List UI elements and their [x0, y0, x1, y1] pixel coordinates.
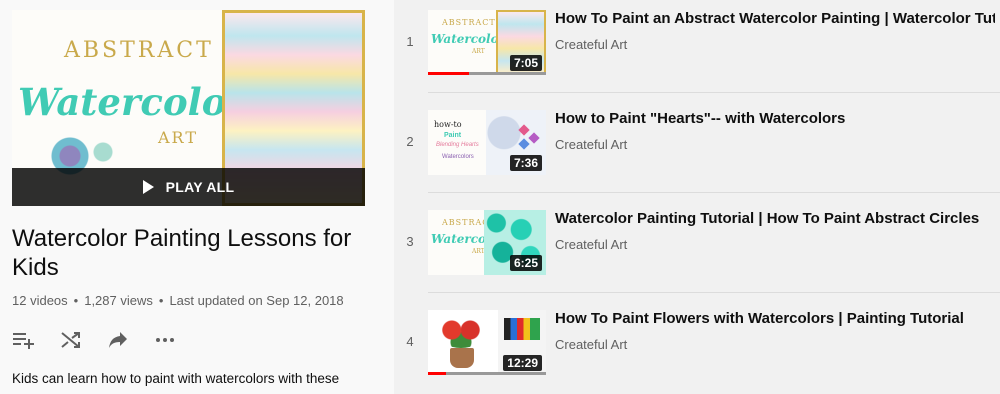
channel-name[interactable]: Createful Art [555, 237, 627, 252]
share-icon [109, 332, 127, 348]
separator-dot: • [158, 293, 164, 308]
video-title[interactable]: How To Paint Flowers with Watercolors | … [555, 310, 995, 328]
video-title[interactable]: Watercolor Painting Tutorial | How To Pa… [555, 210, 995, 228]
thumbnail-text-art: ART [472, 248, 485, 255]
video-index: 1 [406, 34, 414, 49]
list-item[interactable]: 1 ABSTRACT Watercolor ART 7:05 How To Pa… [400, 0, 1000, 100]
video-thumbnail[interactable]: ABSTRACT Watercolor ART 7:05 [428, 10, 546, 75]
thumbnail-text-watercolor: Watercolor [431, 32, 505, 46]
playlist-thumbnail[interactable]: ABSTRACT Watercolor ART PLAY ALL [12, 10, 365, 206]
thumbnail-text-abstract: ABSTRACT [64, 38, 214, 63]
view-count: 1,287 views [84, 293, 153, 308]
video-title[interactable]: How to Paint "Hearts"-- with Watercolors [555, 110, 995, 128]
add-to-queue-button[interactable] [12, 330, 36, 350]
video-index: 2 [406, 134, 414, 149]
thumbnail-text-art: ART [158, 128, 198, 147]
more-icon [156, 338, 174, 342]
play-all-button[interactable]: PLAY ALL [12, 168, 365, 206]
thumbnail-text-watercolor: Watercolor [18, 80, 246, 124]
play-icon [142, 180, 154, 194]
watch-progress-fill [428, 72, 470, 75]
channel-name[interactable]: Createful Art [555, 137, 627, 152]
list-item[interactable]: 4 12:29 How To Paint Flowers with Waterc… [400, 300, 1000, 394]
watch-progress-fill [428, 372, 446, 375]
watch-progress-bar [428, 72, 546, 75]
divider [428, 92, 1000, 93]
thumbnail-artwork: ABSTRACT Watercolor ART [428, 10, 505, 75]
video-index: 4 [406, 334, 414, 349]
share-button[interactable] [106, 330, 130, 350]
watch-progress-bar [428, 372, 546, 375]
channel-name[interactable]: Createful Art [555, 337, 627, 352]
video-duration: 12:29 [503, 355, 542, 371]
play-all-label: PLAY ALL [165, 179, 235, 195]
video-duration: 6:25 [509, 255, 542, 271]
flowers-painting-image [428, 310, 498, 375]
playlist-stats: 12 videos • 1,287 views • Last updated o… [12, 293, 344, 308]
list-item[interactable]: 2 how-to Paint Blending Hearts Watercolo… [400, 100, 1000, 200]
video-duration: 7:05 [509, 55, 542, 71]
playlist-description: Kids can learn how to paint with waterco… [12, 371, 340, 386]
divider [428, 192, 1000, 193]
list-item[interactable]: 3 ABSTRACT Watercolor ART 6:25 Watercolo… [400, 200, 1000, 300]
video-thumbnail[interactable]: ABSTRACT Watercolor ART 6:25 [428, 210, 546, 275]
thumbnail-artwork: ABSTRACT Watercolor ART [428, 210, 505, 275]
video-index: 3 [406, 234, 414, 249]
thumbnail-text-art: ART [472, 48, 485, 55]
playlist-sidebar: ABSTRACT Watercolor ART PLAY ALL Waterco… [0, 0, 394, 394]
thumbnail-text-abstract: ABSTRACT [442, 18, 496, 27]
channel-name[interactable]: Createful Art [555, 37, 627, 52]
divider [428, 292, 1000, 293]
last-updated: Last updated on Sep 12, 2018 [169, 293, 344, 308]
shuffle-icon [61, 332, 80, 348]
playlist-video-list: 1 ABSTRACT Watercolor ART 7:05 How To Pa… [400, 0, 1000, 394]
video-thumbnail[interactable]: how-to Paint Blending Hearts Watercolors… [428, 110, 546, 175]
video-count: 12 videos [12, 293, 68, 308]
add-to-queue-icon [13, 333, 34, 349]
video-thumbnail[interactable]: 12:29 [428, 310, 546, 375]
playlist-actions [12, 330, 177, 350]
separator-dot: • [73, 293, 79, 308]
video-title[interactable]: How To Paint an Abstract Watercolor Pain… [555, 10, 995, 28]
more-options-button[interactable] [153, 330, 177, 350]
shuffle-button[interactable] [59, 330, 83, 350]
video-duration: 7:36 [509, 155, 542, 171]
playlist-title: Watercolor Painting Lessons for Kids [12, 225, 352, 281]
thumbnail-artwork: how-to Paint Blending Hearts Watercolors [428, 110, 486, 175]
